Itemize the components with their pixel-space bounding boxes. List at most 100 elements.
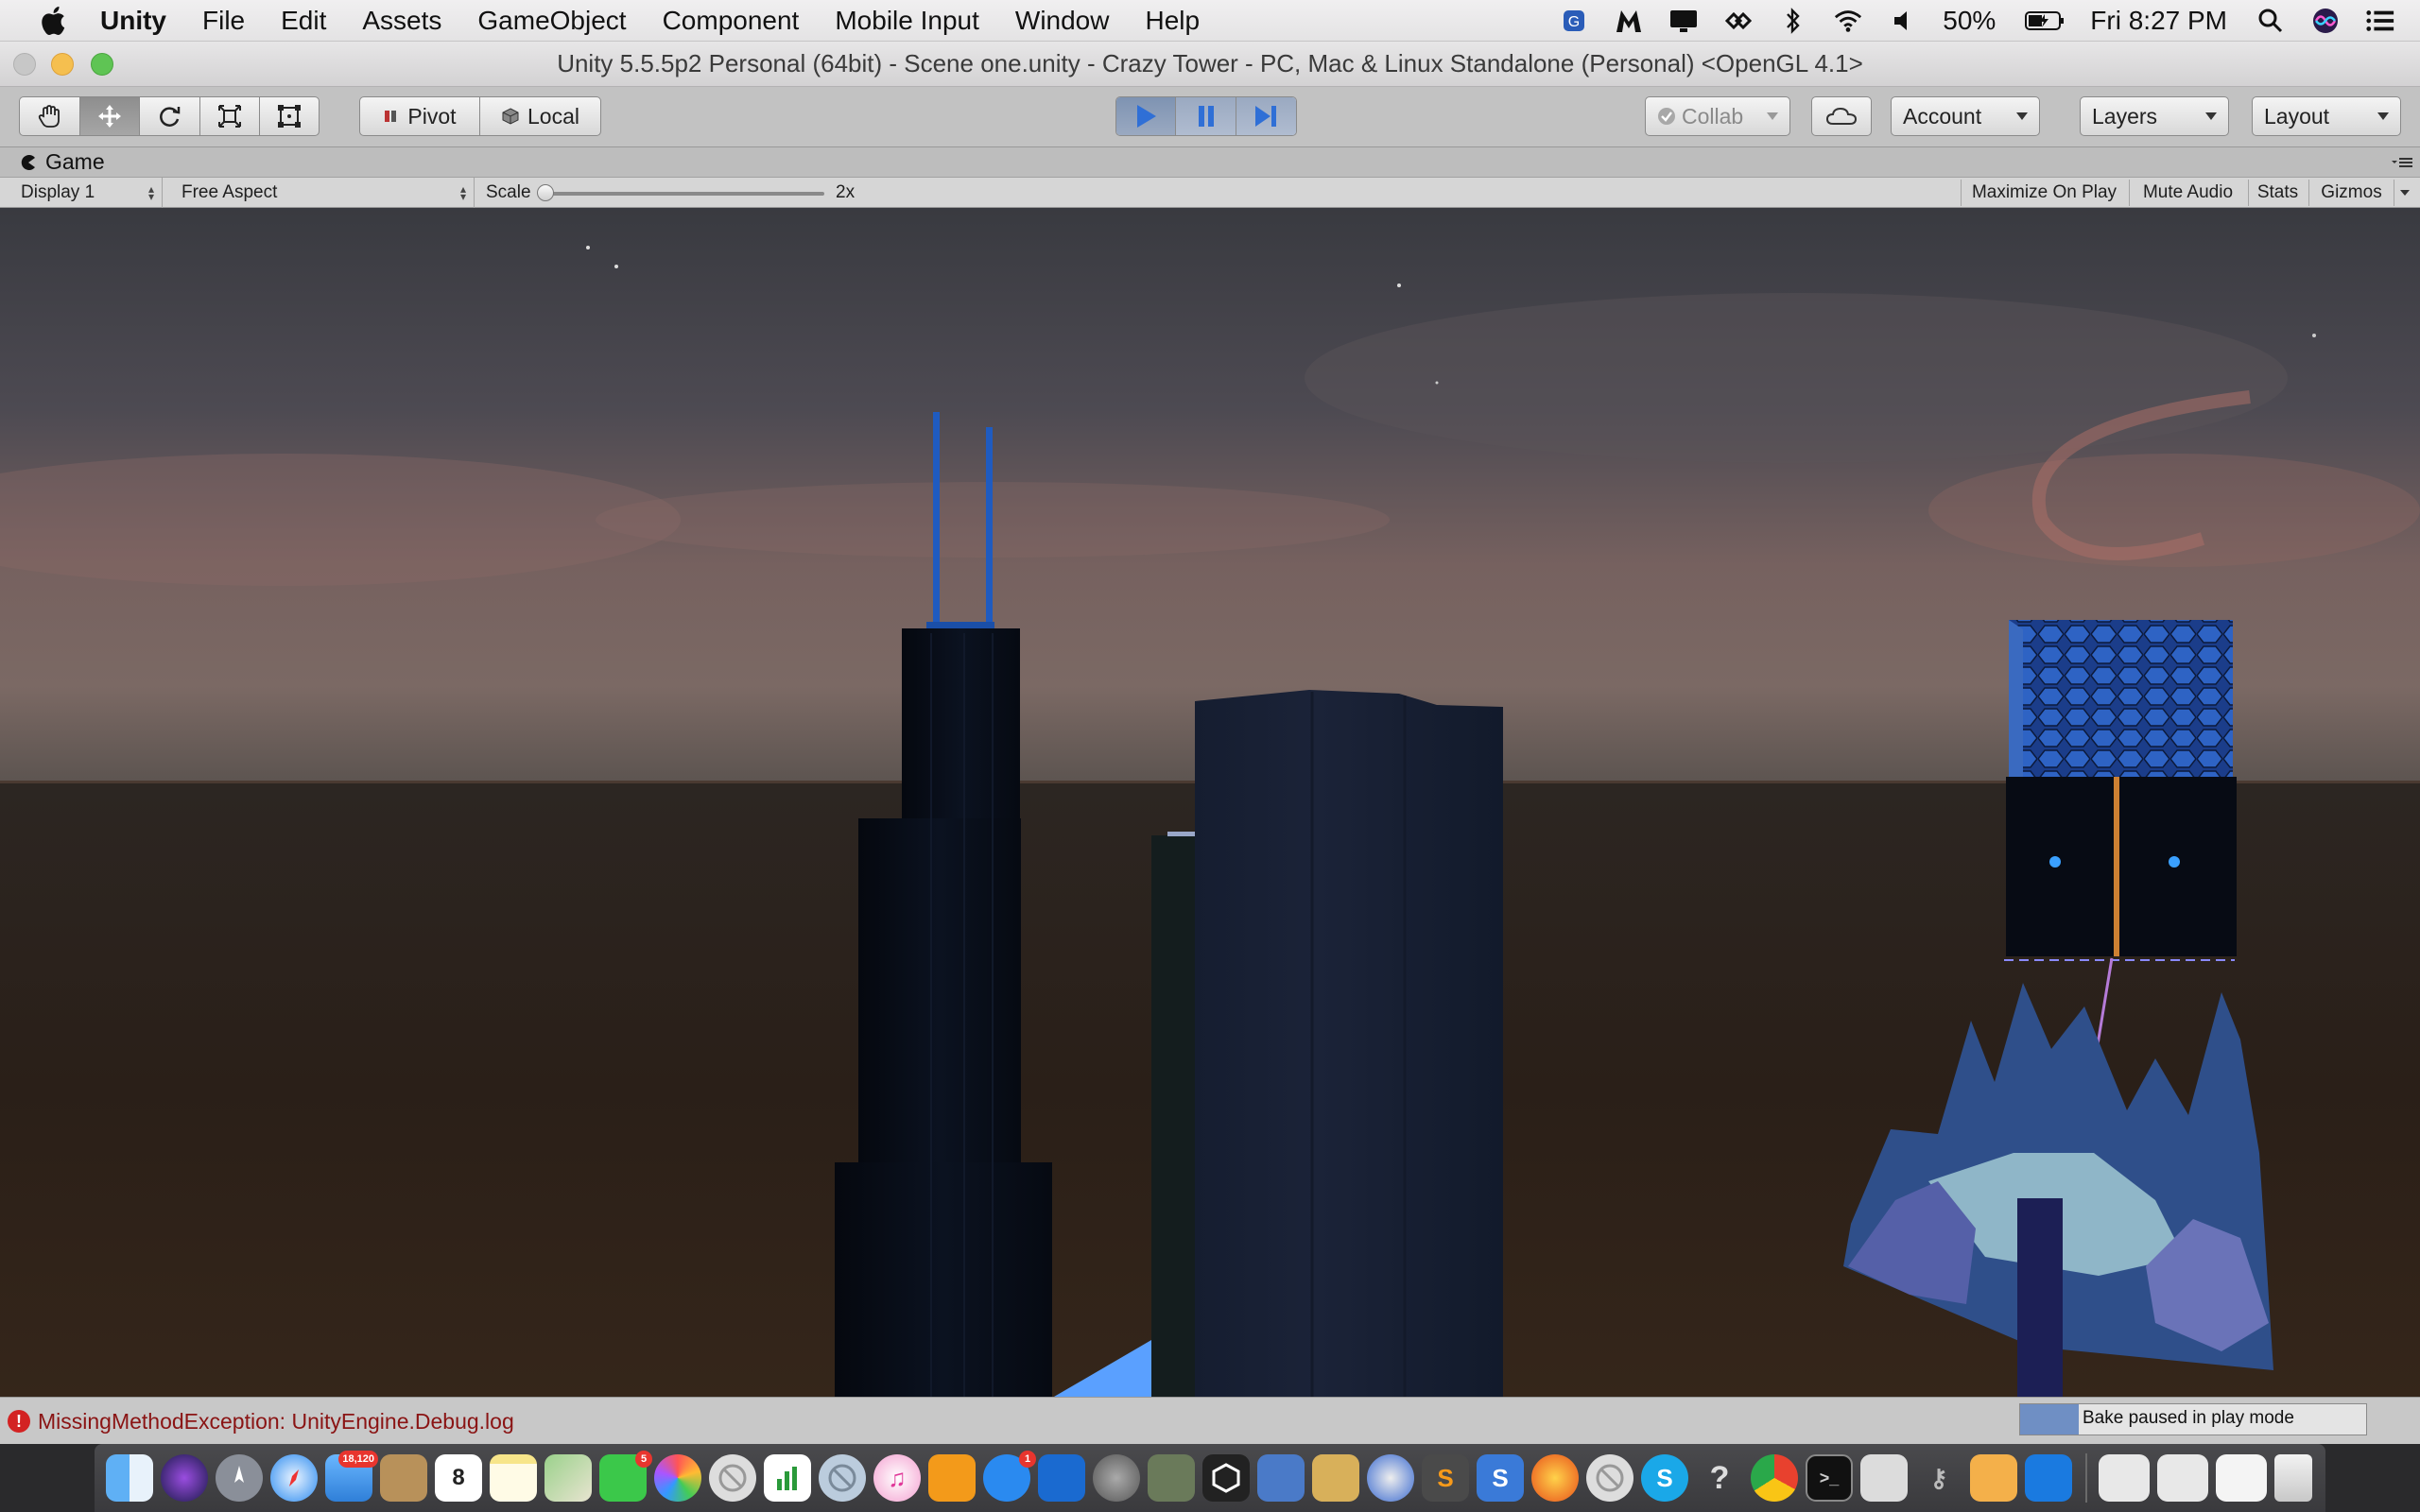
app-menu-unity[interactable]: Unity (100, 6, 166, 36)
move-tool-button[interactable] (79, 97, 141, 135)
chrome-icon[interactable] (1751, 1454, 1798, 1502)
scale-tool-button[interactable] (200, 97, 261, 135)
documents-stack-icon[interactable] (2157, 1454, 2208, 1502)
facetime-icon[interactable]: 5 (599, 1451, 652, 1502)
menu-file[interactable]: File (202, 6, 245, 36)
contacts-icon[interactable] (380, 1454, 427, 1502)
safari-icon[interactable] (270, 1454, 318, 1502)
photos-icon[interactable] (654, 1454, 701, 1502)
sublime-text-icon[interactable]: S (1422, 1454, 1469, 1502)
collab-dropdown[interactable]: Collab (1645, 96, 1790, 136)
trash-icon[interactable] (2274, 1454, 2312, 1502)
siri-icon[interactable] (2310, 6, 2341, 36)
updown-arrows-icon: ▴ ▾ (147, 182, 154, 203)
maximize-on-play-toggle[interactable]: Maximize On Play (1961, 180, 2127, 206)
menu-mobile-input[interactable]: Mobile Input (835, 6, 979, 36)
rect-tool-button[interactable] (260, 97, 319, 135)
mail-app-icon[interactable]: 18,120 (325, 1451, 378, 1502)
aspect-select[interactable]: Free Aspect ▴ ▾ (172, 178, 475, 208)
help-icon[interactable]: ? (1696, 1454, 1743, 1502)
blocked-app-icon[interactable] (709, 1454, 756, 1502)
sketch-app-icon[interactable] (1970, 1454, 2017, 1502)
xcode-icon[interactable] (1257, 1454, 1305, 1502)
scale-slider-thumb[interactable] (537, 184, 554, 201)
panel-menu-icon[interactable] (2390, 155, 2414, 170)
display-select[interactable]: Display 1 ▴ ▾ (11, 178, 163, 208)
netnewswire-icon[interactable] (1038, 1454, 1085, 1502)
wifi-icon[interactable] (1833, 6, 1863, 36)
cloud-services-button[interactable] (1811, 96, 1872, 136)
keychain-icon[interactable]: ⚷ (1915, 1454, 1962, 1502)
menu-window[interactable]: Window (1015, 6, 1110, 36)
menu-assets[interactable]: Assets (362, 6, 441, 36)
blocked-app-icon-3[interactable] (1586, 1454, 1634, 1502)
pivot-toggle-button[interactable]: Pivot (360, 97, 480, 135)
pause-button[interactable] (1176, 97, 1236, 135)
screen-share-icon[interactable] (1668, 6, 1699, 36)
menu-component[interactable]: Component (663, 6, 800, 36)
stats-toggle[interactable]: Stats (2248, 180, 2307, 206)
facetime-badge: 5 (635, 1451, 652, 1468)
dock: 18,120 8 5 ♫ 1 S S S ? >_ ⚷ (0, 1444, 2420, 1512)
rect-transform-icon (278, 105, 302, 128)
siri-app-icon[interactable] (161, 1454, 208, 1502)
teamviewer-icon[interactable] (2025, 1454, 2072, 1502)
scale-slider-track[interactable] (541, 192, 824, 196)
layout-dropdown[interactable]: Layout (2252, 96, 2401, 136)
play-button[interactable] (1116, 97, 1177, 135)
menu-edit[interactable]: Edit (281, 6, 326, 36)
tab-game[interactable]: Game (45, 149, 105, 175)
calendar-icon[interactable]: 8 (435, 1454, 482, 1502)
menu-help[interactable]: Help (1145, 6, 1200, 36)
firefox-icon[interactable] (1531, 1454, 1579, 1502)
bluetooth-icon[interactable] (1778, 6, 1808, 36)
ibooks-icon[interactable] (928, 1454, 976, 1502)
html5-app-icon[interactable]: S (1477, 1454, 1524, 1502)
hand-tool-button[interactable] (20, 97, 80, 135)
volume-icon[interactable] (1888, 6, 1918, 36)
notification-center-icon[interactable] (2365, 6, 2395, 36)
layers-dropdown[interactable]: Layers (2080, 96, 2229, 136)
clock[interactable]: Fri 8:27 PM (2090, 6, 2227, 36)
app-store-badge: 1 (1019, 1451, 1036, 1468)
system-preferences-icon[interactable] (1093, 1454, 1140, 1502)
downloads-stack-icon[interactable] (2099, 1454, 2150, 1502)
maps-icon[interactable] (544, 1454, 592, 1502)
window-minimize-button[interactable] (51, 53, 74, 76)
mute-audio-toggle[interactable]: Mute Audio (2129, 180, 2246, 206)
rotate-tool-button[interactable] (140, 97, 200, 135)
blocked-app-icon-2[interactable] (819, 1454, 866, 1502)
game-viewport[interactable] (0, 208, 2420, 1397)
gizmos-toggle[interactable]: Gizmos (2308, 180, 2394, 206)
window-zoom-button[interactable] (91, 53, 113, 76)
numbers-icon[interactable] (764, 1454, 811, 1502)
app-store-icon[interactable]: 1 (983, 1451, 1036, 1502)
console-error-message[interactable]: MissingMethodException: UnityEngine.Debu… (38, 1409, 514, 1435)
automator-icon[interactable] (1860, 1454, 1908, 1502)
itunes-icon[interactable]: ♫ (873, 1454, 921, 1502)
apple-logo-icon[interactable] (38, 4, 72, 38)
skype-icon[interactable]: S (1641, 1454, 1688, 1502)
step-button[interactable] (1236, 97, 1296, 135)
gizmos-dropdown-button[interactable] (2394, 180, 2414, 206)
battery-icon[interactable] (2024, 6, 2066, 36)
local-toggle-button[interactable]: Local (480, 97, 600, 135)
spotlight-search-icon[interactable] (2256, 6, 2286, 36)
window-title-bar: Unity 5.5.5p2 Personal (64bit) - Scene o… (0, 42, 2420, 87)
account-dropdown[interactable]: Account (1891, 96, 2040, 136)
notes-icon[interactable] (490, 1454, 537, 1502)
recent-stack-icon[interactable] (2216, 1454, 2267, 1502)
terminal-icon[interactable]: >_ (1806, 1454, 1853, 1502)
battery-percent[interactable]: 50% (1943, 6, 1996, 36)
archive-utility-icon[interactable] (1148, 1454, 1195, 1502)
network-link-icon[interactable] (1723, 6, 1754, 36)
unity-app-icon[interactable] (1202, 1454, 1250, 1502)
quicktime-icon[interactable] (1367, 1454, 1414, 1502)
translate-icon[interactable]: G (1559, 6, 1589, 36)
launchpad-icon[interactable] (216, 1454, 263, 1502)
hammer-app-icon[interactable] (1312, 1454, 1359, 1502)
malwarebytes-icon[interactable] (1614, 6, 1644, 36)
finder-icon[interactable] (106, 1454, 153, 1502)
menu-gameobject[interactable]: GameObject (477, 6, 626, 36)
window-close-button[interactable] (13, 53, 36, 76)
